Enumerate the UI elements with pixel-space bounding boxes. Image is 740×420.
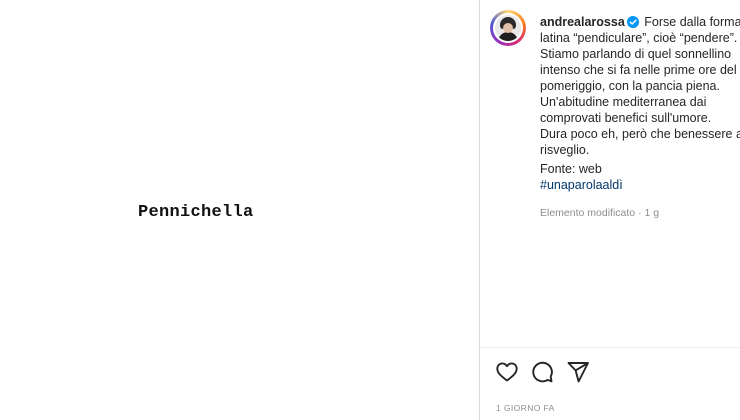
caption-source: Fonte: web — [540, 162, 602, 176]
post-image[interactable]: Pennichella — [0, 0, 480, 420]
meta-separator: · — [638, 207, 642, 219]
verified-badge-icon — [626, 16, 639, 28]
username-link[interactable]: andrealarossa — [540, 15, 625, 29]
hashtag-link[interactable]: #unaparolaaldì — [540, 177, 740, 193]
caption-habit: Un'abitudine mediterranea dai comprovati… — [540, 95, 712, 125]
post-date[interactable]: 1 GIORNO FA — [496, 403, 555, 413]
caption-body: Stiamo parlando di quel sonnellino inten… — [540, 47, 737, 93]
post-image-text: Pennichella — [138, 203, 254, 222]
paper-plane-icon[interactable] — [566, 360, 590, 384]
post-age[interactable]: 1 g — [644, 207, 659, 219]
post-meta: Elemento modificato · 1 g — [540, 207, 659, 219]
caption-closing: Dura poco eh, però che benessere al risv… — [540, 127, 740, 157]
divider — [481, 347, 740, 348]
avatar[interactable] — [490, 10, 526, 46]
post-sidebar: andrealarossa Forse dalla forma latina “… — [481, 0, 740, 420]
caption-text: andrealarossa Forse dalla forma latina “… — [540, 14, 740, 193]
comment-icon[interactable] — [530, 360, 554, 384]
edited-label: Elemento modificato — [540, 207, 636, 219]
heart-icon[interactable] — [495, 360, 519, 384]
